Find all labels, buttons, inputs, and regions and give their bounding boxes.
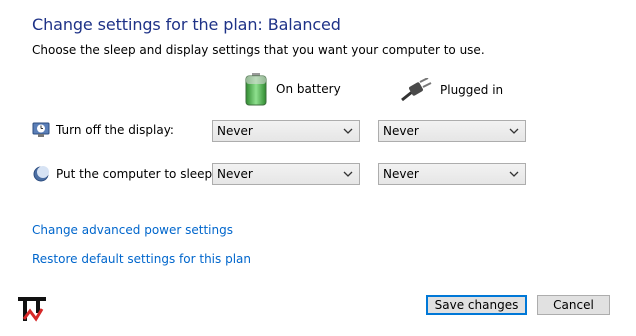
row-sleep: Put the computer to sleep: (32, 165, 216, 183)
sleep-plugged-value: Never (383, 167, 419, 181)
sleep-row-label: Put the computer to sleep: (56, 167, 217, 181)
row-display: Turn off the display: (32, 122, 174, 138)
advanced-settings-link[interactable]: Change advanced power settings (32, 223, 233, 237)
site-logo (18, 297, 46, 322)
save-changes-button[interactable]: Save changes (426, 295, 527, 315)
column-plugged-in: Plugged in (400, 78, 503, 102)
restore-defaults-link[interactable]: Restore default settings for this plan (32, 252, 251, 266)
sleep-battery-value: Never (217, 167, 253, 181)
on-battery-label: On battery (276, 82, 341, 96)
battery-icon (245, 73, 267, 106)
cancel-button[interactable]: Cancel (537, 295, 610, 315)
power-plug-icon (401, 78, 432, 102)
chevron-down-icon (343, 171, 353, 177)
page-title: Change settings for the plan: Balanced (32, 15, 341, 34)
chevron-down-icon (509, 171, 519, 177)
chevron-down-icon (509, 128, 519, 134)
display-battery-select[interactable]: Never (212, 120, 360, 142)
display-timer-icon (32, 122, 50, 137)
display-plugged-select[interactable]: Never (378, 120, 526, 142)
plugged-in-label: Plugged in (440, 83, 504, 97)
sleep-battery-select[interactable]: Never (212, 163, 360, 185)
column-on-battery: On battery (244, 72, 341, 106)
chevron-down-icon (343, 128, 353, 134)
display-row-label: Turn off the display: (56, 123, 174, 137)
sleep-plugged-select[interactable]: Never (378, 163, 526, 185)
display-battery-value: Never (217, 124, 253, 138)
page-subtitle: Choose the sleep and display settings th… (32, 43, 485, 57)
sleep-moon-icon (33, 166, 49, 182)
display-plugged-value: Never (383, 124, 419, 138)
